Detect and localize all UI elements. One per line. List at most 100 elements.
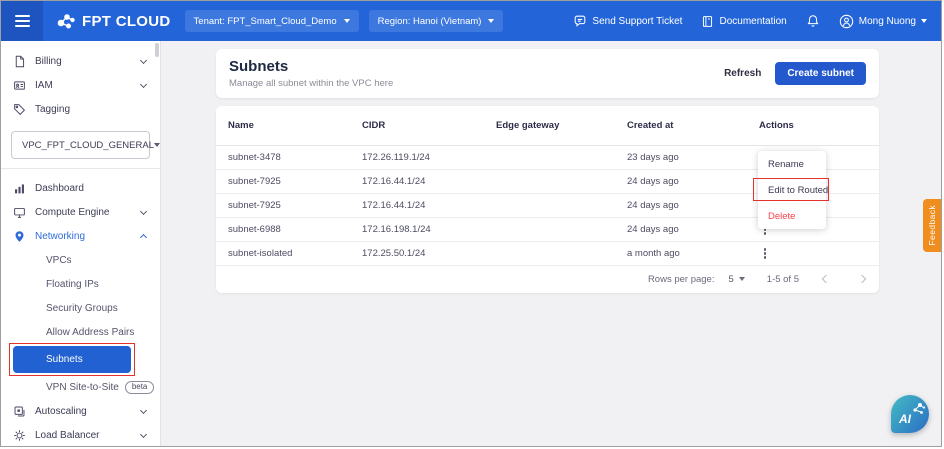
send-support-ticket-link[interactable]: Send Support Ticket — [573, 14, 682, 28]
billing-label: Billing — [35, 56, 132, 67]
cell-name: subnet-7925 — [228, 200, 362, 211]
floating-ips-label: Floating IPs — [46, 279, 99, 290]
cell-name: subnet-7925 — [228, 176, 362, 187]
row-actions-context-menu: Rename Edit to Routed Delete — [758, 151, 826, 229]
pagination-range: 1-5 of 5 — [767, 274, 799, 285]
networking-label: Networking — [35, 231, 132, 242]
chevron-down-icon — [154, 143, 160, 147]
vpc-selector-value: VPC_FPT_CLOUD_GENERAL — [22, 140, 154, 151]
user-avatar-icon — [839, 14, 854, 29]
tag-icon — [13, 103, 26, 116]
support-ticket-icon — [573, 14, 587, 28]
row-actions-kebab-icon[interactable] — [760, 246, 770, 261]
page-header-card: Subnets Manage all subnet within the VPC… — [216, 49, 879, 98]
create-subnet-button[interactable]: Create subnet — [775, 62, 866, 85]
cell-cidr: 172.16.44.1/24 — [362, 176, 496, 187]
column-header-name: Name — [228, 120, 362, 131]
sidebar-item-tagging[interactable]: Tagging — [1, 97, 160, 121]
tenant-selector[interactable]: Tenant: FPT_Smart_Cloud_Demo — [185, 10, 359, 32]
sidebar-item-compute-engine[interactable]: Compute Engine — [1, 200, 160, 224]
sidebar-item-billing[interactable]: Billing — [1, 49, 160, 73]
iam-icon — [13, 79, 26, 92]
compute-engine-icon — [13, 206, 26, 219]
load-balancer-label: Load Balancer — [35, 430, 132, 441]
vpc-selector-dropdown[interactable]: VPC_FPT_CLOUD_GENERAL — [11, 131, 150, 159]
chevron-down-icon — [140, 406, 147, 413]
cell-created-at: 24 days ago — [627, 200, 759, 211]
next-page-icon[interactable] — [858, 275, 866, 283]
rows-per-page-value: 5 — [728, 274, 733, 285]
chevron-down-icon — [140, 56, 147, 63]
cell-cidr: 172.26.119.1/24 — [362, 152, 496, 163]
table-header-row: Name CIDR Edge gateway Created at Action… — [216, 106, 879, 146]
column-header-actions: Actions — [759, 120, 867, 131]
menu-item-rename[interactable]: Rename — [758, 151, 826, 177]
support-ticket-label: Send Support Ticket — [592, 16, 682, 27]
user-menu[interactable]: Mong Nuong — [839, 14, 927, 29]
chevron-down-icon — [140, 430, 147, 437]
feedback-tab[interactable]: Feedback — [923, 199, 941, 252]
sidebar-item-allow-address-pairs[interactable]: Allow Address Pairs — [1, 320, 160, 344]
region-selector[interactable]: Region: Hanoi (Vietnam) — [369, 10, 504, 32]
sidebar-item-subnets[interactable]: Subnets — [13, 346, 131, 373]
cell-cidr: 172.25.50.1/24 — [362, 248, 496, 259]
cell-cidr: 172.16.44.1/24 — [362, 200, 496, 211]
ai-assistant-icon: AI — [891, 395, 929, 433]
autoscaling-icon — [13, 405, 26, 418]
sidebar-item-autoscaling[interactable]: Autoscaling — [1, 399, 160, 423]
sidebar-item-vpcs[interactable]: VPCs — [1, 248, 160, 272]
sidebar-item-load-balancer[interactable]: Load Balancer — [1, 423, 160, 446]
compute-engine-label: Compute Engine — [35, 207, 132, 218]
tagging-label: Tagging — [35, 104, 146, 115]
dashboard-label: Dashboard — [35, 183, 146, 194]
vpcs-label: VPCs — [46, 255, 72, 266]
chevron-down-icon — [739, 277, 745, 281]
billing-icon — [13, 55, 26, 68]
user-name: Mong Nuong — [859, 16, 916, 27]
sidebar-item-security-groups[interactable]: Security Groups — [1, 296, 160, 320]
ai-assistant-chat-button[interactable]: AI — [891, 395, 929, 433]
networking-icon — [13, 230, 26, 243]
top-navigation-bar: FPT CLOUD Tenant: FPT_Smart_Cloud_Demo R… — [1, 1, 941, 41]
sidebar-item-subnets-wrapper: Subnets — [1, 346, 160, 373]
hamburger-menu-button[interactable] — [1, 1, 43, 41]
autoscaling-label: Autoscaling — [35, 406, 132, 417]
sidebar-divider — [1, 168, 160, 169]
sidebar-item-vpn-site-to-site[interactable]: VPN Site-to-Site beta — [1, 375, 160, 399]
cell-created-at: a month ago — [627, 248, 759, 259]
cell-name: subnet-isolated — [228, 248, 362, 259]
cell-created-at: 24 days ago — [627, 176, 759, 187]
table-row: subnet-isolated 172.25.50.1/24 a month a… — [216, 242, 879, 266]
previous-page-icon[interactable] — [822, 275, 830, 283]
rows-per-page-select[interactable]: 5 — [728, 274, 744, 285]
menu-item-edit-to-routed[interactable]: Edit to Routed — [758, 177, 826, 203]
documentation-link[interactable]: Documentation — [701, 15, 786, 28]
cell-cidr: 172.16.198.1/24 — [362, 224, 496, 235]
sidebar-item-floating-ips[interactable]: Floating IPs — [1, 272, 160, 296]
notifications-button[interactable] — [806, 14, 820, 28]
column-header-cidr: CIDR — [362, 120, 496, 131]
beta-badge: beta — [125, 381, 155, 394]
chevron-down-icon — [140, 80, 147, 87]
table-pagination: Rows per page: 5 1-5 of 5 — [216, 266, 879, 292]
refresh-button[interactable]: Refresh — [724, 68, 761, 79]
sidebar: Billing IAM Tagging VPC_FPT_CLOUD_GENERA… — [1, 41, 161, 446]
page-title: Subnets — [229, 58, 393, 75]
sidebar-scrollbar-thumb[interactable] — [155, 43, 159, 57]
column-header-created-at: Created at — [627, 120, 759, 131]
main-content: Subnets Manage all subnet within the VPC… — [162, 41, 941, 446]
chevron-down-icon — [921, 19, 927, 23]
iam-label: IAM — [35, 80, 132, 91]
cell-created-at: 24 days ago — [627, 224, 759, 235]
subnets-label: Subnets — [46, 354, 83, 365]
topbar-right-actions: Send Support Ticket Documentation Mong N… — [573, 14, 941, 29]
sidebar-item-networking[interactable]: Networking — [1, 224, 160, 248]
region-label: Region: Hanoi (Vietnam) — [378, 16, 482, 27]
sidebar-item-dashboard[interactable]: Dashboard — [1, 176, 160, 200]
security-groups-label: Security Groups — [46, 303, 118, 314]
fpt-cloud-logo[interactable]: FPT CLOUD — [56, 11, 171, 31]
sidebar-item-iam[interactable]: IAM — [1, 73, 160, 97]
cell-name: subnet-3478 — [228, 152, 362, 163]
svg-text:AI: AI — [898, 412, 912, 426]
menu-item-delete[interactable]: Delete — [758, 203, 826, 229]
